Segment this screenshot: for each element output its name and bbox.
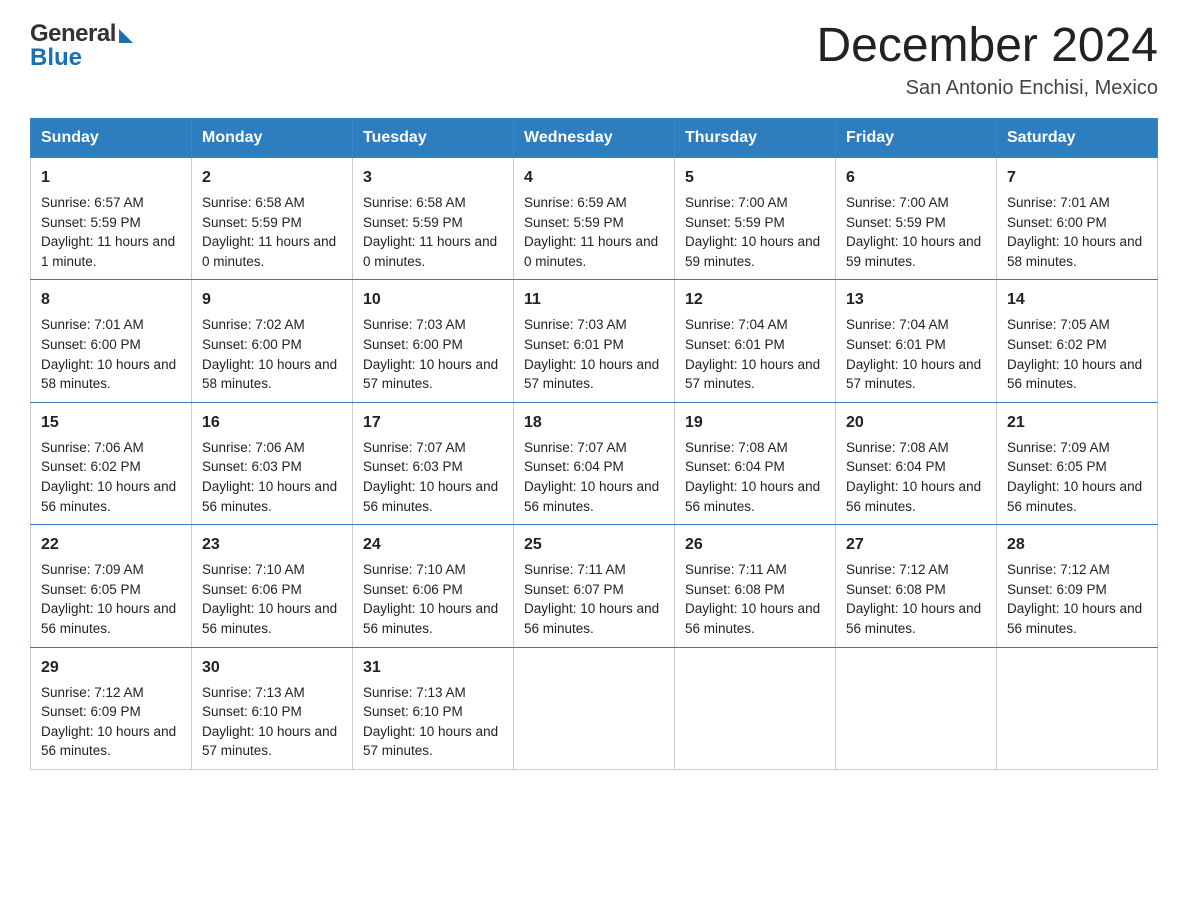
day-number: 11 bbox=[524, 288, 664, 311]
day-number: 24 bbox=[363, 533, 503, 556]
col-header-thursday: Thursday bbox=[675, 118, 836, 157]
calendar-cell: 12Sunrise: 7:04 AMSunset: 6:01 PMDayligh… bbox=[675, 280, 836, 402]
calendar-cell: 2Sunrise: 6:58 AMSunset: 5:59 PMDaylight… bbox=[192, 157, 353, 279]
day-number: 12 bbox=[685, 288, 825, 311]
day-number: 3 bbox=[363, 166, 503, 189]
day-number: 1 bbox=[41, 166, 181, 189]
col-header-wednesday: Wednesday bbox=[514, 118, 675, 157]
day-number: 4 bbox=[524, 166, 664, 189]
col-header-saturday: Saturday bbox=[997, 118, 1158, 157]
day-number: 16 bbox=[202, 411, 342, 434]
calendar-week-row: 1Sunrise: 6:57 AMSunset: 5:59 PMDaylight… bbox=[31, 157, 1158, 279]
calendar-cell: 3Sunrise: 6:58 AMSunset: 5:59 PMDaylight… bbox=[353, 157, 514, 279]
day-number: 18 bbox=[524, 411, 664, 434]
calendar-cell bbox=[997, 647, 1158, 769]
day-number: 20 bbox=[846, 411, 986, 434]
calendar-cell: 29Sunrise: 7:12 AMSunset: 6:09 PMDayligh… bbox=[31, 647, 192, 769]
day-number: 30 bbox=[202, 656, 342, 679]
day-number: 26 bbox=[685, 533, 825, 556]
calendar-cell: 9Sunrise: 7:02 AMSunset: 6:00 PMDaylight… bbox=[192, 280, 353, 402]
calendar-cell: 6Sunrise: 7:00 AMSunset: 5:59 PMDaylight… bbox=[836, 157, 997, 279]
location-text: San Antonio Enchisi, Mexico bbox=[816, 77, 1158, 100]
calendar-cell: 10Sunrise: 7:03 AMSunset: 6:00 PMDayligh… bbox=[353, 280, 514, 402]
calendar-header-row: SundayMondayTuesdayWednesdayThursdayFrid… bbox=[31, 118, 1158, 157]
calendar-cell: 18Sunrise: 7:07 AMSunset: 6:04 PMDayligh… bbox=[514, 402, 675, 524]
day-number: 14 bbox=[1007, 288, 1147, 311]
calendar-cell: 5Sunrise: 7:00 AMSunset: 5:59 PMDaylight… bbox=[675, 157, 836, 279]
month-title: December 2024 bbox=[816, 20, 1158, 73]
calendar-cell: 8Sunrise: 7:01 AMSunset: 6:00 PMDaylight… bbox=[31, 280, 192, 402]
calendar-week-row: 8Sunrise: 7:01 AMSunset: 6:00 PMDaylight… bbox=[31, 280, 1158, 402]
day-number: 10 bbox=[363, 288, 503, 311]
calendar-cell: 4Sunrise: 6:59 AMSunset: 5:59 PMDaylight… bbox=[514, 157, 675, 279]
day-number: 8 bbox=[41, 288, 181, 311]
col-header-friday: Friday bbox=[836, 118, 997, 157]
calendar-cell: 24Sunrise: 7:10 AMSunset: 6:06 PMDayligh… bbox=[353, 525, 514, 647]
day-number: 29 bbox=[41, 656, 181, 679]
calendar-cell: 31Sunrise: 7:13 AMSunset: 6:10 PMDayligh… bbox=[353, 647, 514, 769]
day-number: 2 bbox=[202, 166, 342, 189]
calendar-table: SundayMondayTuesdayWednesdayThursdayFrid… bbox=[30, 118, 1158, 770]
day-number: 5 bbox=[685, 166, 825, 189]
day-number: 23 bbox=[202, 533, 342, 556]
logo-blue-text: Blue bbox=[30, 44, 82, 72]
day-number: 13 bbox=[846, 288, 986, 311]
day-number: 27 bbox=[846, 533, 986, 556]
calendar-cell: 14Sunrise: 7:05 AMSunset: 6:02 PMDayligh… bbox=[997, 280, 1158, 402]
calendar-cell bbox=[514, 647, 675, 769]
col-header-sunday: Sunday bbox=[31, 118, 192, 157]
day-number: 28 bbox=[1007, 533, 1147, 556]
day-number: 25 bbox=[524, 533, 664, 556]
calendar-cell: 1Sunrise: 6:57 AMSunset: 5:59 PMDaylight… bbox=[31, 157, 192, 279]
day-number: 9 bbox=[202, 288, 342, 311]
col-header-monday: Monday bbox=[192, 118, 353, 157]
title-section: December 2024 San Antonio Enchisi, Mexic… bbox=[816, 20, 1158, 100]
day-number: 15 bbox=[41, 411, 181, 434]
logo-arrow-icon bbox=[119, 29, 133, 43]
day-number: 19 bbox=[685, 411, 825, 434]
calendar-cell: 21Sunrise: 7:09 AMSunset: 6:05 PMDayligh… bbox=[997, 402, 1158, 524]
calendar-cell bbox=[836, 647, 997, 769]
calendar-week-row: 22Sunrise: 7:09 AMSunset: 6:05 PMDayligh… bbox=[31, 525, 1158, 647]
day-number: 22 bbox=[41, 533, 181, 556]
calendar-cell: 15Sunrise: 7:06 AMSunset: 6:02 PMDayligh… bbox=[31, 402, 192, 524]
calendar-cell: 27Sunrise: 7:12 AMSunset: 6:08 PMDayligh… bbox=[836, 525, 997, 647]
calendar-cell: 22Sunrise: 7:09 AMSunset: 6:05 PMDayligh… bbox=[31, 525, 192, 647]
day-number: 21 bbox=[1007, 411, 1147, 434]
calendar-cell: 20Sunrise: 7:08 AMSunset: 6:04 PMDayligh… bbox=[836, 402, 997, 524]
calendar-cell: 13Sunrise: 7:04 AMSunset: 6:01 PMDayligh… bbox=[836, 280, 997, 402]
calendar-cell: 28Sunrise: 7:12 AMSunset: 6:09 PMDayligh… bbox=[997, 525, 1158, 647]
day-number: 6 bbox=[846, 166, 986, 189]
calendar-cell: 30Sunrise: 7:13 AMSunset: 6:10 PMDayligh… bbox=[192, 647, 353, 769]
calendar-cell: 7Sunrise: 7:01 AMSunset: 6:00 PMDaylight… bbox=[997, 157, 1158, 279]
calendar-cell: 23Sunrise: 7:10 AMSunset: 6:06 PMDayligh… bbox=[192, 525, 353, 647]
calendar-week-row: 15Sunrise: 7:06 AMSunset: 6:02 PMDayligh… bbox=[31, 402, 1158, 524]
logo: General Blue bbox=[30, 20, 133, 72]
day-number: 17 bbox=[363, 411, 503, 434]
col-header-tuesday: Tuesday bbox=[353, 118, 514, 157]
day-number: 7 bbox=[1007, 166, 1147, 189]
calendar-cell: 17Sunrise: 7:07 AMSunset: 6:03 PMDayligh… bbox=[353, 402, 514, 524]
calendar-cell: 19Sunrise: 7:08 AMSunset: 6:04 PMDayligh… bbox=[675, 402, 836, 524]
day-number: 31 bbox=[363, 656, 503, 679]
calendar-cell: 11Sunrise: 7:03 AMSunset: 6:01 PMDayligh… bbox=[514, 280, 675, 402]
calendar-cell: 26Sunrise: 7:11 AMSunset: 6:08 PMDayligh… bbox=[675, 525, 836, 647]
calendar-cell: 25Sunrise: 7:11 AMSunset: 6:07 PMDayligh… bbox=[514, 525, 675, 647]
page-header: General Blue December 2024 San Antonio E… bbox=[30, 20, 1158, 100]
calendar-cell bbox=[675, 647, 836, 769]
calendar-week-row: 29Sunrise: 7:12 AMSunset: 6:09 PMDayligh… bbox=[31, 647, 1158, 769]
calendar-cell: 16Sunrise: 7:06 AMSunset: 6:03 PMDayligh… bbox=[192, 402, 353, 524]
